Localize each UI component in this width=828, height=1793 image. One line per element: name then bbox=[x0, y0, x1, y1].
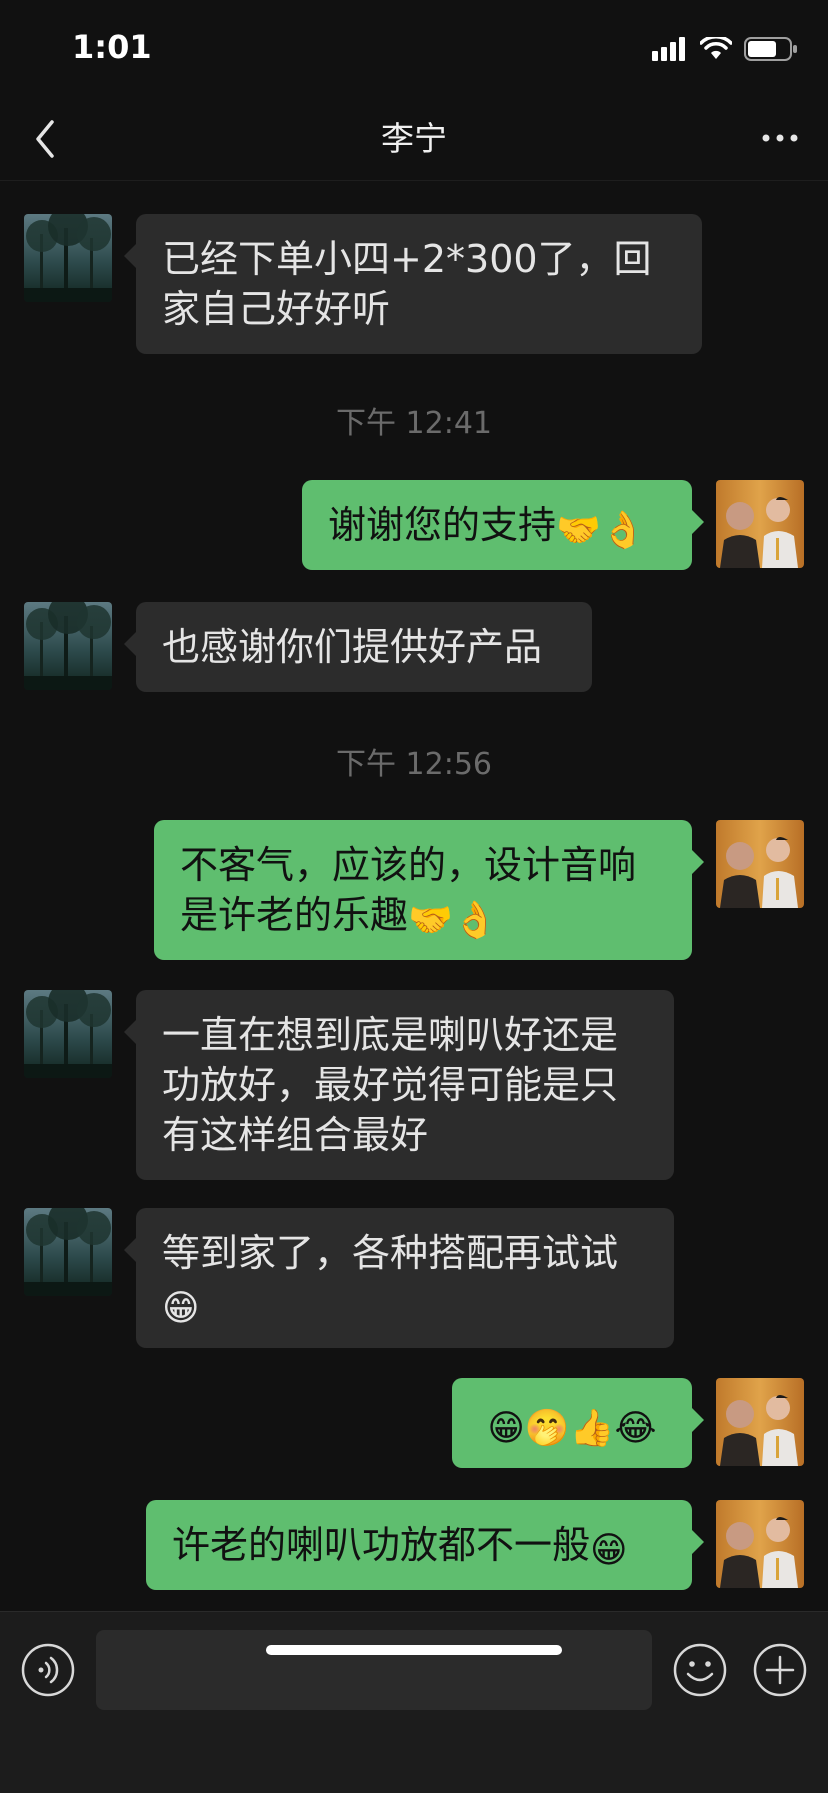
nav-bar: 李宁 bbox=[0, 100, 828, 181]
message-text: 也感谢你们提供好产品 bbox=[162, 625, 543, 669]
status-icons bbox=[652, 36, 798, 62]
status-time: 1:01 bbox=[72, 28, 152, 66]
more-dots-icon[interactable] bbox=[756, 118, 804, 158]
contact-avatar[interactable] bbox=[24, 214, 112, 302]
portrait-avatar-image bbox=[716, 480, 804, 568]
battery-icon bbox=[744, 37, 797, 61]
message-timestamp: 下午 12:56 bbox=[336, 747, 492, 782]
contact-avatar[interactable] bbox=[24, 1208, 112, 1296]
my-avatar[interactable] bbox=[716, 1500, 804, 1588]
wifi-icon bbox=[700, 37, 732, 59]
contact-avatar[interactable] bbox=[24, 990, 112, 1078]
emoji-sequence: 😁🤭👍😂 bbox=[487, 1408, 657, 1449]
message-text: 谢谢您的支持 bbox=[328, 503, 557, 547]
message-input[interactable] bbox=[96, 1630, 652, 1710]
message-text: 等到家了，各种搭配再试试 bbox=[162, 1231, 619, 1275]
voice-icon[interactable] bbox=[20, 1642, 76, 1698]
portrait-avatar-image bbox=[716, 1378, 804, 1466]
chat-message-list[interactable]: 已经下单小四+2*300了，回家自己好好听 下午 12:41 谢谢您的支持🤝👌 bbox=[0, 181, 828, 1611]
message-bubble-incoming[interactable]: 等到家了，各种搭配再试试 😁 bbox=[124, 1208, 674, 1348]
emoji-grin: 😁 bbox=[162, 1288, 200, 1329]
message-bubble-outgoing[interactable]: 谢谢您的支持🤝👌 bbox=[302, 480, 704, 570]
message-bubble-incoming[interactable]: 已经下单小四+2*300了，回家自己好好听 bbox=[124, 214, 702, 354]
message-bubble-incoming[interactable]: 也感谢你们提供好产品 bbox=[124, 602, 592, 692]
signal-icon bbox=[652, 37, 685, 61]
emoji-face-icon[interactable] bbox=[672, 1642, 728, 1698]
message-bubble-outgoing[interactable]: 不客气，应该的，设计音响是许老的乐趣🤝👌 bbox=[154, 820, 704, 960]
forest-avatar-image bbox=[24, 1208, 112, 1296]
forest-avatar-image bbox=[24, 990, 112, 1078]
my-avatar[interactable] bbox=[716, 820, 804, 908]
emoji-handshake-ok: 🤝👌 bbox=[408, 900, 498, 941]
message-timestamp: 下午 12:41 bbox=[336, 406, 492, 441]
my-avatar[interactable] bbox=[716, 480, 804, 568]
status-bar: 1:01 bbox=[0, 0, 828, 100]
emoji-grin: 😁 bbox=[590, 1530, 628, 1571]
emoji-handshake-ok: 🤝👌 bbox=[556, 510, 646, 551]
forest-avatar-image bbox=[24, 214, 112, 302]
chat-title: 李宁 bbox=[381, 119, 447, 158]
my-avatar[interactable] bbox=[716, 1378, 804, 1466]
message-bubble-outgoing[interactable]: 许老的喇叭功放都不一般😁 bbox=[146, 1500, 704, 1590]
home-indicator bbox=[266, 1645, 562, 1655]
message-bubble-incoming[interactable]: 一直在想到底是喇叭好还是功放好，最好觉得可能是只有这样组合最好 bbox=[124, 990, 674, 1180]
plus-icon[interactable] bbox=[752, 1642, 808, 1698]
portrait-avatar-image bbox=[716, 1500, 804, 1588]
forest-avatar-image bbox=[24, 602, 112, 690]
message-text: 已经下单小四+2*300了，回家自己好好听 bbox=[162, 237, 652, 331]
message-bubble-outgoing[interactable]: 😁🤭👍😂 bbox=[452, 1378, 704, 1468]
message-text: 一直在想到底是喇叭好还是功放好，最好觉得可能是只有这样组合最好 bbox=[162, 1013, 619, 1157]
message-text: 许老的喇叭功放都不一般 bbox=[172, 1523, 591, 1567]
contact-avatar[interactable] bbox=[24, 602, 112, 690]
portrait-avatar-image bbox=[716, 820, 804, 908]
input-bar bbox=[0, 1611, 828, 1793]
